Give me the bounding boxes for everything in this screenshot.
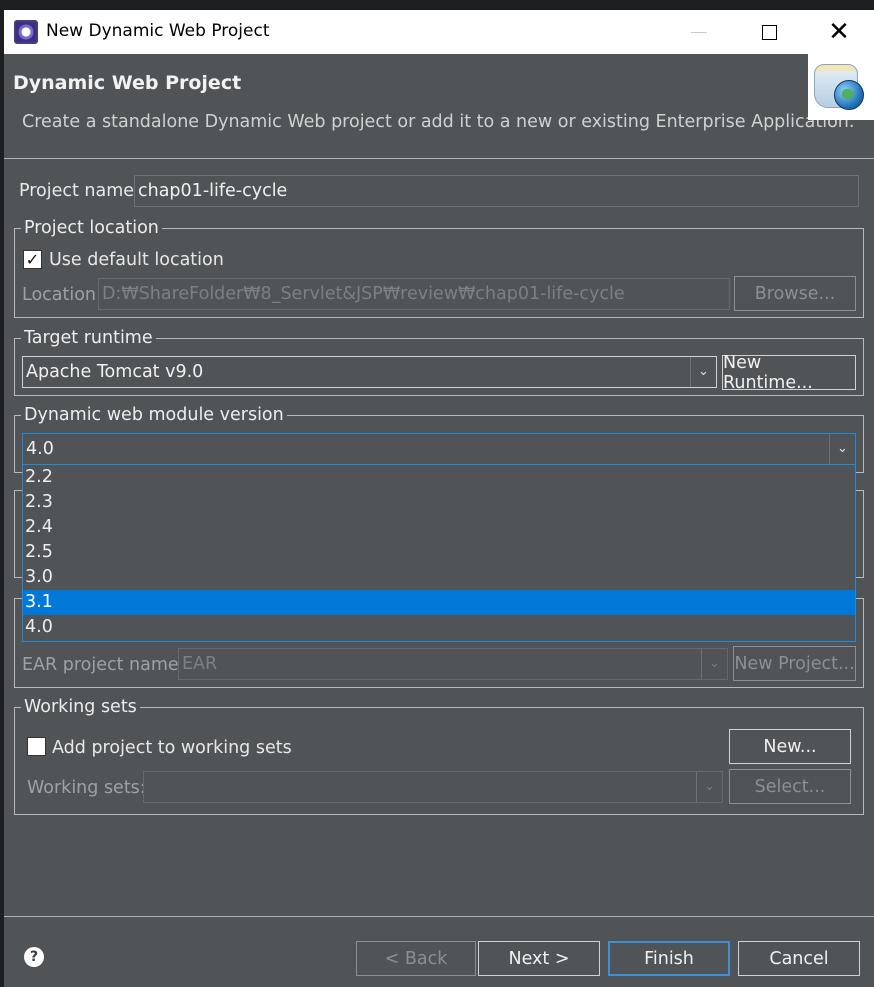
module-version-dropdown-list: 2.2 2.3 2.4 2.5 3.0 3.1 4.0	[22, 464, 856, 642]
module-version-option[interactable]: 2.3	[23, 490, 855, 515]
page-description: Create a standalone Dynamic Web project …	[22, 112, 855, 132]
working-sets-legend: Working sets	[21, 697, 140, 717]
wizard-banner-image	[808, 54, 874, 120]
location-input[interactable]: D:₩ShareFolder₩8_Servlet&JSP₩review₩chap…	[98, 278, 730, 310]
finish-button[interactable]: Finish	[608, 941, 730, 976]
browse-button[interactable]: Browse...	[734, 276, 856, 311]
module-version-option[interactable]: 3.0	[23, 565, 855, 590]
ear-project-name-label: EAR project name:	[22, 655, 185, 675]
location-label: Location:	[22, 285, 102, 305]
project-location-legend: Project location	[21, 218, 162, 238]
use-default-location-label: Use default location	[49, 250, 224, 270]
next-button[interactable]: Next >	[478, 941, 600, 976]
module-version-option[interactable]: 2.2	[23, 465, 855, 490]
chevron-down-icon: ⌄	[829, 434, 855, 464]
module-version-option[interactable]: 4.0	[23, 615, 855, 640]
working-sets-select[interactable]: ⌄	[143, 771, 723, 803]
module-version-legend: Dynamic web module version	[21, 405, 287, 425]
close-icon: ✕	[828, 17, 850, 47]
new-dynamic-web-project-dialog: New Dynamic Web Project ✕ Dynamic Web Pr…	[4, 10, 874, 987]
module-version-option[interactable]: 2.4	[23, 515, 855, 540]
close-button[interactable]: ✕	[804, 10, 874, 54]
chevron-down-icon: ⌄	[690, 357, 716, 387]
module-version-value: 4.0	[26, 439, 54, 459]
ear-project-select[interactable]: EAR ⌄	[178, 648, 728, 680]
project-name-input[interactable]: chap01-life-cycle	[134, 175, 859, 207]
back-button[interactable]: < Back	[356, 941, 476, 976]
title-bar: New Dynamic Web Project ✕	[4, 10, 874, 54]
select-working-sets-button[interactable]: Select...	[729, 769, 851, 804]
maximize-icon	[761, 24, 777, 40]
use-default-location-checkbox[interactable]: ✓	[23, 250, 42, 269]
add-to-working-sets-label: Add project to working sets	[52, 738, 292, 758]
maximize-button[interactable]	[734, 10, 804, 54]
minimize-icon	[691, 31, 707, 33]
chevron-down-icon: ⌄	[701, 649, 727, 679]
minimize-button[interactable]	[664, 10, 734, 54]
new-runtime-button[interactable]: New Runtime...	[722, 353, 856, 393]
help-icon[interactable]: ?	[24, 947, 44, 967]
window-title: New Dynamic Web Project	[46, 21, 270, 41]
eclipse-app-icon	[14, 20, 38, 44]
chevron-down-icon: ⌄	[696, 772, 722, 802]
cancel-button[interactable]: Cancel	[738, 941, 860, 976]
working-sets-label: Working sets:	[27, 778, 146, 798]
module-version-option-highlighted[interactable]: 3.1	[23, 590, 855, 615]
new-working-set-button[interactable]: New...	[729, 729, 851, 764]
globe-icon	[834, 80, 864, 110]
target-runtime-legend: Target runtime	[21, 328, 156, 348]
target-runtime-value: Apache Tomcat v9.0	[26, 362, 204, 382]
wizard-header: Dynamic Web Project Create a standalone …	[4, 54, 874, 159]
page-title: Dynamic Web Project	[13, 72, 242, 94]
new-ear-project-button[interactable]: New Project...	[733, 646, 856, 681]
module-version-option[interactable]: 2.5	[23, 540, 855, 565]
ear-project-value: EAR	[182, 654, 218, 674]
project-name-label: Project name:	[19, 181, 140, 201]
target-runtime-select[interactable]: Apache Tomcat v9.0 ⌄	[22, 356, 717, 388]
module-version-select[interactable]: 4.0 ⌄	[22, 433, 856, 465]
footer-separator	[4, 916, 874, 917]
add-to-working-sets-checkbox[interactable]	[27, 737, 46, 756]
